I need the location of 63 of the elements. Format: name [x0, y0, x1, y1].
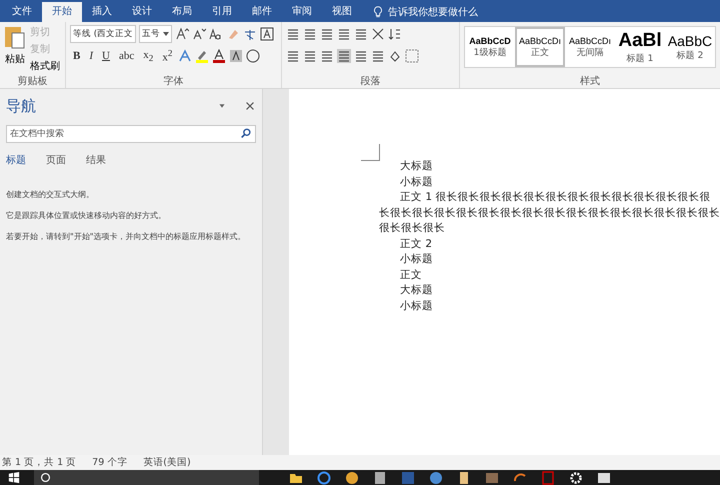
document-paragraph: 大标题 — [399, 283, 434, 298]
group-label: 字体 — [162, 74, 184, 88]
document-paragraph: 正文 — [399, 268, 423, 282]
font-color-icon[interactable] — [212, 49, 226, 63]
tell-me-field[interactable]: 告诉我你想要做什么 — [388, 5, 478, 19]
font-name-dropdown[interactable]: 等线 (西文正文 — [70, 25, 136, 43]
document-paragraph: 正文 1 很长很长很长很长很长很长很长很长很长很长很长很长很长很长很长很长很长很长很长很长很长很长很长很长很长很长很长很长很长很长很长 — [379, 190, 720, 236]
navigation-tab[interactable]: 结果 — [86, 153, 106, 167]
ribbon-tab[interactable]: 引用 — [202, 2, 242, 22]
document-paragraph: 小标题 — [399, 298, 434, 314]
start-icon[interactable] — [8, 472, 20, 484]
settings-icon[interactable] — [569, 470, 583, 484]
font-size-dropdown[interactable]: 五号 — [139, 25, 172, 43]
help-text: 创建文档的交互式大纲。 — [6, 189, 94, 200]
ribbon-tab[interactable]: 插入 — [82, 2, 122, 22]
format-button[interactable]: x$^{2}$ — [159, 48, 176, 64]
language-indicator: 英语(美国) — [143, 456, 191, 469]
help-text: 它是跟踪具体位置或快速移动内容的好方式。 — [6, 210, 166, 221]
group-label: 段落 — [360, 74, 382, 88]
style-gallery-item[interactable]: AaBbC 标题 2 — [665, 27, 715, 67]
style-gallery-item[interactable]: AaBbCcDı 无间隔 — [565, 27, 615, 67]
help-text: 若要开始，请转到"开始"选项卡，并向文档中的标题应用标题样式。 — [6, 231, 246, 242]
sort-icon[interactable] — [388, 27, 402, 41]
format-button[interactable]: abc — [116, 50, 138, 62]
shrink-font-icon[interactable] — [192, 27, 206, 41]
grow-font-icon[interactable] — [175, 27, 190, 41]
page-count: 第 1 页，共 1 页 — [2, 456, 76, 469]
format-button[interactable]: U — [99, 50, 113, 62]
ribbon-tab[interactable]: 审阅 — [282, 2, 322, 22]
justify-icon[interactable] — [337, 49, 351, 63]
lightbulb-icon[interactable] — [372, 6, 384, 18]
character-border-icon[interactable] — [260, 27, 274, 41]
style-gallery-item[interactable]: AaBbCcDı 正文 — [515, 27, 565, 67]
change-case-icon[interactable] — [209, 27, 224, 41]
style-gallery-item[interactable]: AaBbCcD 1级标题 — [465, 27, 515, 67]
navigation-tab[interactable]: 标题 — [6, 153, 26, 167]
word-count: 79 个字 — [92, 456, 128, 469]
ribbon-tab[interactable]: 文件 — [2, 2, 42, 22]
document-paragraph: 大标题 — [399, 159, 434, 174]
group-label: 剪贴板 — [16, 74, 48, 88]
clipboard-button[interactable]: 格式刷 — [30, 58, 60, 73]
ribbon-tab[interactable]: 邮件 — [242, 2, 282, 22]
page-corner-mark — [361, 144, 380, 161]
paste-button[interactable]: 粘贴 — [4, 24, 26, 74]
ribbon-tab[interactable]: 设计 — [122, 2, 162, 22]
document-paragraph: 小标题 — [399, 252, 434, 267]
dropdown-arrow-icon — [163, 32, 170, 36]
style-gallery-item[interactable]: AaBl 标题 1 — [615, 27, 665, 67]
text-effects-icon[interactable] — [178, 49, 192, 63]
document-paragraph: 正文 2 — [399, 236, 434, 252]
close-icon[interactable] — [244, 100, 256, 112]
ribbon-tab[interactable]: 开始 — [42, 2, 82, 22]
format-button[interactable]: x$_{2}$ — [140, 48, 156, 64]
pane-title: 导航 — [6, 96, 37, 116]
navigation-tab[interactable]: 页面 — [46, 153, 66, 167]
ribbon-tab[interactable]: 布局 — [162, 2, 202, 22]
group-label: 样式 — [579, 74, 601, 88]
document-paragraph: 小标题 — [399, 174, 434, 190]
format-button[interactable]: B — [70, 50, 84, 62]
search-icon[interactable] — [240, 128, 252, 140]
format-button[interactable]: I — [86, 50, 96, 62]
highlight-icon[interactable] — [195, 49, 210, 63]
ribbon-tab[interactable]: 视图 — [322, 2, 362, 22]
